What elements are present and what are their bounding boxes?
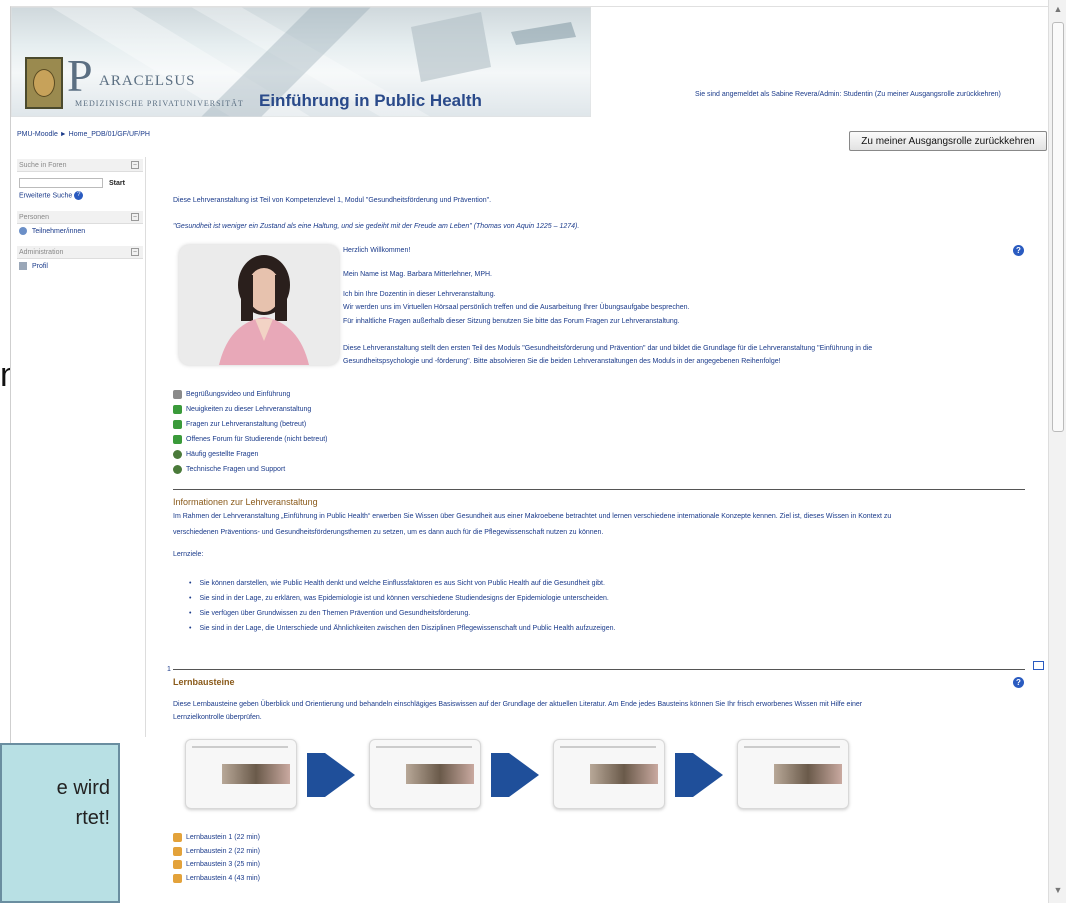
people-block: Personen – Teilnehmer/innen [17,211,143,238]
advanced-search-link[interactable]: Erweiterte Suche [19,192,72,199]
collapse-icon[interactable]: – [131,248,139,256]
welcome-text: Gesundheitspsychologie und -förderung". … [343,358,781,365]
forum-icon [173,405,182,414]
globe-icon [173,465,182,474]
list-item[interactable]: Fragen zur Lehrveranstaltung (betreut) [173,417,328,432]
info-text: Im Rahmen der Lehrveranstaltung „Einführ… [173,513,892,520]
scroll-down-icon[interactable]: ▼ [1052,885,1064,897]
list-item[interactable]: Lernbaustein 2 (22 min) [173,845,260,859]
show-only-section-icon[interactable] [1033,661,1044,670]
list-item[interactable]: Begrüßungsvideo und Einführung [173,387,328,402]
lecturer-photo [179,245,339,365]
profile-icon [19,262,27,270]
list-item[interactable]: Technische Fragen und Support [173,462,328,477]
list-item[interactable]: Lernbaustein 1 (22 min) [173,831,260,845]
users-icon [19,227,27,235]
list-item[interactable]: Offenes Forum für Studierende (nicht bet… [173,432,328,447]
block-title: Suche in Foren [19,162,67,169]
help-icon[interactable]: ? [1013,677,1024,688]
list-item: Sie sind in der Lage, zu erklären, was E… [189,595,615,610]
participants-link[interactable]: Teilnehmer/innen [32,228,85,235]
sidebar-divider [145,157,146,737]
breadcrumb[interactable]: PMU-Moodle ► Home_PDB/01/GF/UF/PH [17,131,150,138]
lern-text: Diese Lernbausteine geben Überblick und … [173,701,863,708]
list-item: Sie sind in der Lage, die Unterschiede u… [189,625,615,640]
list-item[interactable]: Lernbaustein 3 (25 min) [173,858,260,872]
module-thumbnail[interactable] [737,739,849,809]
welcome-heading: Herzlich Willkommen! [343,247,411,254]
vertical-scrollbar[interactable]: ▲ ▼ [1048,0,1066,903]
block-title: Personen [19,214,49,221]
goals-list: Sie können darstellen, wie Public Health… [189,580,615,640]
quote-text: "Gesundheit ist weniger ein Zustand als … [173,223,580,230]
welcome-text: Wir werden uns im Virtuellen Hörsaal per… [343,304,690,311]
welcome-text: Diese Lehrveranstaltung stellt den erste… [343,345,873,352]
section-divider [173,489,1025,490]
forum-icon [173,420,182,429]
package-icon [173,873,182,883]
arrow-right-icon [325,753,355,797]
callout-text: e wird [56,777,110,799]
return-role-button[interactable]: Zu meiner Ausgangsrolle zurückkehren [849,131,1047,151]
forum-icon [173,435,182,444]
lecturer-portrait [179,245,339,365]
package-icon [173,846,182,856]
collapse-icon[interactable]: – [131,213,139,221]
lernbausteine-flow [185,739,885,809]
help-icon[interactable]: ? [1013,245,1024,256]
callout-text: rtet! [75,807,110,829]
welcome-text: Für inhaltliche Fragen außerhalb dieser … [343,318,680,325]
search-forums-block: Suche in Foren – Start Erweiterte Suche … [17,159,143,203]
package-icon [173,833,182,843]
profile-link[interactable]: Profil [32,263,48,270]
resource-links: Begrüßungsvideo und Einführung Neuigkeit… [173,387,328,477]
search-start-button[interactable]: Start [109,180,125,187]
collapse-icon[interactable]: – [131,161,139,169]
info-section-title: Informationen zur Lehrveranstaltung [173,497,318,507]
paracelsus-seal-icon [25,57,63,109]
goals-label: Lernziele: [173,551,204,558]
block-title: Administration [19,249,64,256]
callout-box: e wird rtet! [0,743,120,903]
list-item[interactable]: Neuigkeiten zu dieser Lehrveranstaltung [173,402,328,417]
scroll-up-icon[interactable]: ▲ [1052,4,1064,16]
module-thumbnail[interactable] [369,739,481,809]
moodle-page: P ARACELSUS MEDIZINISCHE PRIVATUNIVERSIT… [10,6,1050,903]
header-banner: P ARACELSUS MEDIZINISCHE PRIVATUNIVERSIT… [11,7,591,117]
package-icon [173,860,182,870]
course-title: Einführung in Public Health [259,91,482,110]
globe-icon [173,450,182,459]
help-icon[interactable]: ? [74,191,84,200]
administration-block: Administration – Profil [17,246,143,273]
welcome-text: Ich bin Ihre Dozentin in dieser Lehrvera… [343,291,496,298]
module-thumbnail[interactable] [553,739,665,809]
scroll-thumb[interactable] [1052,22,1064,432]
arrow-right-icon [509,753,539,797]
logo-initial: P [67,50,93,101]
module-thumbnail[interactable] [185,739,297,809]
video-icon [173,390,182,399]
list-item[interactable]: Lernbaustein 4 (43 min) [173,872,260,886]
lernbausteine-list: Lernbaustein 1 (22 min) Lernbaustein 2 (… [173,831,260,885]
forum-search-input[interactable] [19,178,103,188]
lecturer-name: Mein Name ist Mag. Barbara Mitterlehner,… [343,271,492,278]
section-number: 1 [167,666,171,673]
logo-name: ARACELSUS [99,73,196,89]
section-divider [173,669,1025,670]
info-text: verschiedenen Präventions- und Gesundhei… [173,529,604,536]
lernbausteine-title: Lernbausteine [173,677,235,687]
arrow-right-icon [693,753,723,797]
intro-text: Diese Lehrveranstaltung ist Teil von Kom… [173,197,492,204]
login-info[interactable]: Sie sind angemeldet als Sabine Revera/Ad… [695,91,1001,98]
list-item: Sie können darstellen, wie Public Health… [189,580,615,595]
list-item[interactable]: Häufig gestellte Fragen [173,447,328,462]
sidebar: Suche in Foren – Start Erweiterte Suche … [17,159,143,281]
lern-text: Lernzielkontrolle überprüfen. [173,714,262,721]
logo-subtitle: MEDIZINISCHE PRIVATUNIVERSITÄT [75,99,244,108]
list-item: Sie verfügen über Grundwissen zu den The… [189,610,615,625]
